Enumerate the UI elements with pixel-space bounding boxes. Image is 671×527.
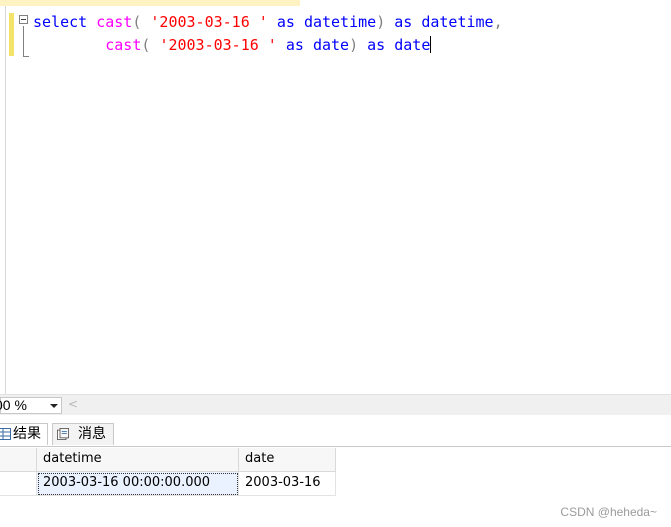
string-literal: '2003-03-16 ' bbox=[150, 13, 268, 31]
open-paren: ( bbox=[141, 36, 151, 54]
keyword-as-alias: as bbox=[394, 13, 413, 31]
row-header[interactable] bbox=[0, 472, 37, 496]
change-tracking-bar bbox=[9, 13, 14, 56]
chevron-down-icon[interactable] bbox=[50, 404, 58, 408]
collapse-icon[interactable] bbox=[19, 15, 28, 24]
outline-line bbox=[23, 26, 24, 57]
results-tabs: 结果 消息 bbox=[0, 415, 671, 447]
tab-messages-label: 消息 bbox=[78, 426, 106, 442]
function-cast: cast bbox=[105, 36, 142, 54]
scroll-left-arrow[interactable]: < bbox=[68, 397, 78, 411]
close-paren: ) bbox=[376, 13, 386, 31]
alias-datetime: datetime bbox=[421, 13, 494, 31]
watermark: CSDN @heheda~ bbox=[560, 505, 657, 519]
string-literal: '2003-03-16 ' bbox=[159, 36, 277, 54]
keyword-as-alias: as bbox=[367, 36, 386, 54]
type-datetime: datetime bbox=[303, 13, 377, 31]
editor-margin-border bbox=[5, 6, 6, 394]
zoom-value: 00 % bbox=[0, 397, 27, 413]
cell-date[interactable]: 2003-03-16 bbox=[239, 472, 336, 496]
grid-corner[interactable] bbox=[0, 448, 37, 472]
tab-results[interactable]: 结果 bbox=[0, 423, 48, 445]
code-line-2[interactable]: cast( '2003-03-16 ' as date) as date bbox=[33, 35, 432, 55]
alias-date: date bbox=[394, 36, 431, 54]
comma: , bbox=[493, 13, 503, 31]
open-paren: ( bbox=[132, 13, 142, 31]
grid-icon bbox=[0, 428, 11, 440]
outline-end bbox=[23, 56, 29, 57]
close-paren: ) bbox=[349, 36, 359, 54]
keyword-as: as bbox=[285, 36, 304, 54]
column-header-datetime[interactable]: datetime bbox=[37, 448, 239, 472]
type-date: date bbox=[312, 36, 350, 54]
tab-messages[interactable]: 消息 bbox=[52, 423, 114, 445]
code-line-1[interactable]: select cast( '2003-03-16 ' as datetime) … bbox=[33, 12, 503, 32]
cell-datetime[interactable]: 2003-03-16 00:00:00.000 bbox=[37, 472, 239, 496]
text-caret bbox=[430, 36, 432, 53]
zoom-bar: 00 % < bbox=[0, 394, 671, 415]
function-cast: cast bbox=[96, 13, 133, 31]
keyword-as: as bbox=[276, 13, 295, 31]
query-editor[interactable]: select cast( '2003-03-16 ' as datetime) … bbox=[0, 6, 671, 394]
zoom-select[interactable]: 00 % bbox=[0, 397, 62, 414]
message-icon bbox=[57, 428, 69, 440]
keyword-select: select bbox=[33, 13, 88, 31]
tab-results-label: 结果 bbox=[13, 426, 41, 442]
column-header-date[interactable]: date bbox=[239, 448, 336, 472]
